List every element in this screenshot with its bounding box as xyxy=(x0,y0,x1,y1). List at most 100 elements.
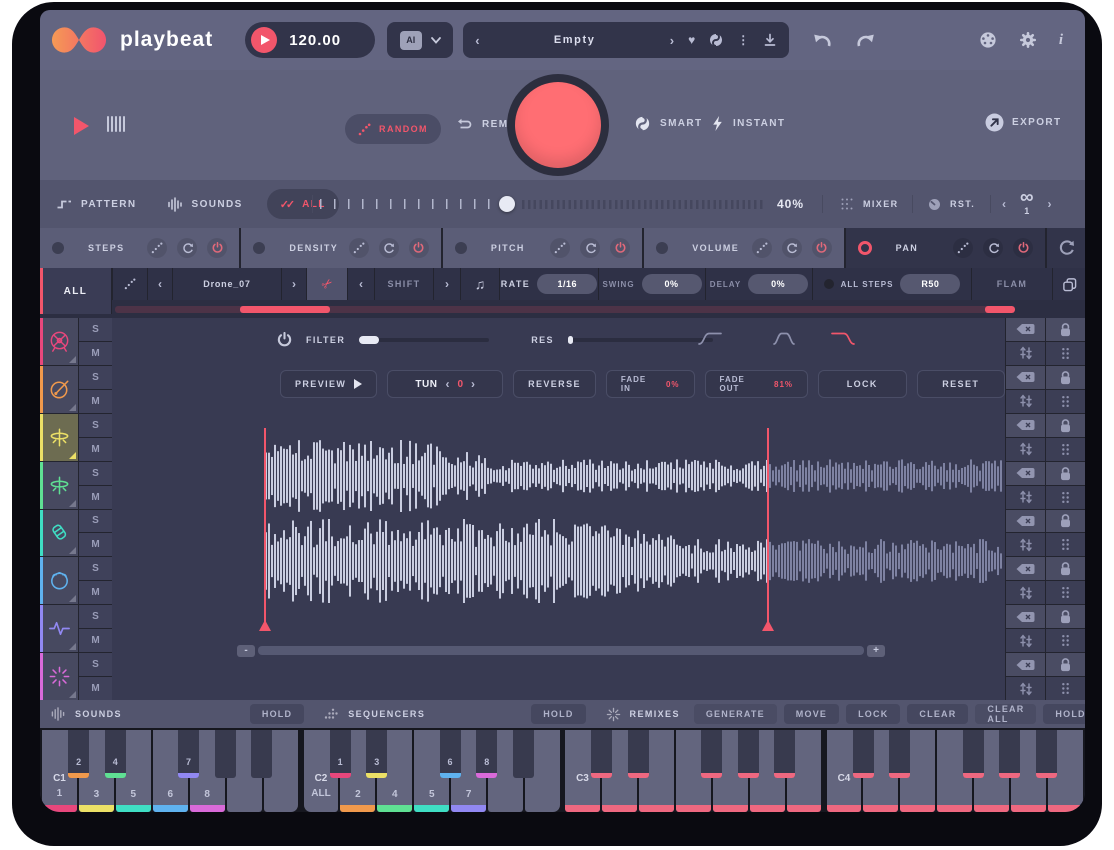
tab-power-icon[interactable] xyxy=(610,238,630,258)
all-steps-toggle[interactable] xyxy=(824,279,834,289)
tab-pattern[interactable]: PATTERN xyxy=(56,198,137,210)
black-key[interactable] xyxy=(889,730,910,778)
lock-step-button-fx[interactable] xyxy=(1046,605,1085,628)
tab-random-icon[interactable] xyxy=(953,238,973,258)
black-key[interactable] xyxy=(251,730,272,778)
tab-sounds[interactable]: SOUNDS xyxy=(167,197,243,212)
clear-step-button-closed-hihat[interactable] xyxy=(1006,414,1045,437)
randomize-sample-button[interactable] xyxy=(113,268,147,300)
clear-step-button-tom[interactable] xyxy=(1006,557,1045,580)
step-grid-button-open-hihat[interactable] xyxy=(1046,486,1085,509)
zoom-in-button[interactable]: + xyxy=(867,645,885,657)
tab-random-icon[interactable] xyxy=(752,238,772,258)
tune-step-button-fx[interactable] xyxy=(1006,629,1045,652)
randomize-preset-icon[interactable] xyxy=(709,33,723,47)
tab-power-icon[interactable] xyxy=(1013,238,1033,258)
black-key[interactable] xyxy=(963,730,984,778)
solo-button-closed-hihat[interactable]: S xyxy=(79,414,112,437)
remix-clear-button[interactable]: CLEAR xyxy=(907,704,968,724)
loop-length-control[interactable]: ∞ 1 xyxy=(1020,192,1034,216)
black-key[interactable]: 3 xyxy=(366,730,387,778)
lock-step-button-tom[interactable] xyxy=(1046,557,1085,580)
sample-prev-button[interactable]: ‹ xyxy=(148,268,172,300)
swing-value[interactable]: 0% xyxy=(642,274,702,294)
track-closed-hihat[interactable] xyxy=(40,414,78,461)
solo-button-open-hihat[interactable]: S xyxy=(79,462,112,485)
solo-button-sparkle[interactable]: S xyxy=(79,653,112,676)
clear-step-button-shaker[interactable] xyxy=(1006,510,1045,533)
smart-toggle[interactable]: SMART xyxy=(635,116,703,131)
black-key[interactable] xyxy=(738,730,759,778)
scrollbar-track[interactable] xyxy=(258,646,864,655)
mute-button-sparkle[interactable]: M xyxy=(79,677,112,700)
clear-step-button-kick[interactable] xyxy=(1006,318,1045,341)
tab-random-icon[interactable] xyxy=(147,238,167,258)
lock-step-button-kick[interactable] xyxy=(1046,318,1085,341)
track-fx[interactable] xyxy=(40,605,78,652)
black-key[interactable] xyxy=(999,730,1020,778)
undo-button[interactable] xyxy=(811,33,833,48)
black-key[interactable] xyxy=(1036,730,1057,778)
param-tab-steps[interactable]: STEPS xyxy=(40,228,239,268)
waveform-display[interactable] xyxy=(112,318,1005,700)
step-grid-button-fx[interactable] xyxy=(1046,629,1085,652)
lock-step-button-open-hihat[interactable] xyxy=(1046,462,1085,485)
waveform-scrollbar[interactable]: - + xyxy=(237,644,885,657)
black-key[interactable] xyxy=(628,730,649,778)
mixer-button[interactable]: MIXER xyxy=(840,197,899,211)
sample-next-button[interactable]: › xyxy=(282,268,306,300)
preset-name[interactable]: Empty xyxy=(494,34,656,46)
selected-radio-icon[interactable] xyxy=(858,241,872,255)
clear-step-button-snare[interactable] xyxy=(1006,366,1045,389)
remix-lock-button[interactable]: LOCK xyxy=(846,704,900,724)
track-open-hihat[interactable] xyxy=(40,462,78,509)
random-button[interactable]: RANDOM xyxy=(345,114,441,144)
tune-step-button-tom[interactable] xyxy=(1006,581,1045,604)
remix-clear-all-button[interactable]: CLEAR ALL xyxy=(975,704,1036,724)
tune-step-button-kick[interactable] xyxy=(1006,342,1045,365)
loop-next-button[interactable]: › xyxy=(1048,197,1052,211)
step-grid-button-kick[interactable] xyxy=(1046,342,1085,365)
tab-loop-icon[interactable] xyxy=(580,238,600,258)
save-preset-icon[interactable] xyxy=(763,33,777,47)
copy-button[interactable] xyxy=(1053,268,1085,300)
mute-button-kick[interactable]: M xyxy=(79,342,112,365)
bpm-play-icon[interactable] xyxy=(251,27,277,53)
solo-button-tom[interactable]: S xyxy=(79,557,112,580)
preset-next-button[interactable]: › xyxy=(670,33,674,48)
shift-right-button[interactable]: › xyxy=(434,268,460,300)
step-grid-button-tom[interactable] xyxy=(1046,581,1085,604)
mute-button-fx[interactable]: M xyxy=(79,629,112,652)
black-key[interactable]: 4 xyxy=(105,730,126,778)
black-key[interactable] xyxy=(513,730,534,778)
track-shaker[interactable] xyxy=(40,510,78,557)
mute-button-snare[interactable]: M xyxy=(79,390,112,413)
zoom-out-button[interactable]: - xyxy=(237,645,255,657)
clear-step-button-sparkle[interactable] xyxy=(1006,653,1045,676)
tune-step-button-snare[interactable] xyxy=(1006,390,1045,413)
remix-button[interactable]: REMIX xyxy=(456,118,521,131)
black-key[interactable]: 2 xyxy=(68,730,89,778)
radio-icon[interactable] xyxy=(455,242,467,254)
black-key[interactable] xyxy=(591,730,612,778)
delay-value[interactable]: 0% xyxy=(748,274,808,294)
remix-generate-button[interactable]: GENERATE xyxy=(694,704,777,724)
solo-button-shaker[interactable]: S xyxy=(79,510,112,533)
all-steps-selector[interactable]: ALL xyxy=(40,268,112,314)
radio-icon[interactable] xyxy=(253,242,265,254)
flam-button[interactable]: FLAM xyxy=(972,268,1052,300)
lock-step-button-snare[interactable] xyxy=(1046,366,1085,389)
clear-step-button-open-hihat[interactable] xyxy=(1006,462,1045,485)
solo-button-fx[interactable]: S xyxy=(79,605,112,628)
radio-icon[interactable] xyxy=(656,242,668,254)
black-key[interactable]: 7 xyxy=(178,730,199,778)
preset-menu-kebab-icon[interactable]: ⋮ xyxy=(737,33,749,47)
tune-step-button-sparkle[interactable] xyxy=(1006,677,1045,700)
bpm-value[interactable]: 120.00 xyxy=(289,32,341,49)
tab-power-icon[interactable] xyxy=(409,238,429,258)
mute-button-shaker[interactable]: M xyxy=(79,533,112,556)
tab-loop-icon[interactable] xyxy=(782,238,802,258)
ai-dropdown[interactable]: AI xyxy=(387,22,453,58)
track-snare[interactable] xyxy=(40,366,78,413)
loop-prev-button[interactable]: ‹ xyxy=(1002,197,1006,211)
